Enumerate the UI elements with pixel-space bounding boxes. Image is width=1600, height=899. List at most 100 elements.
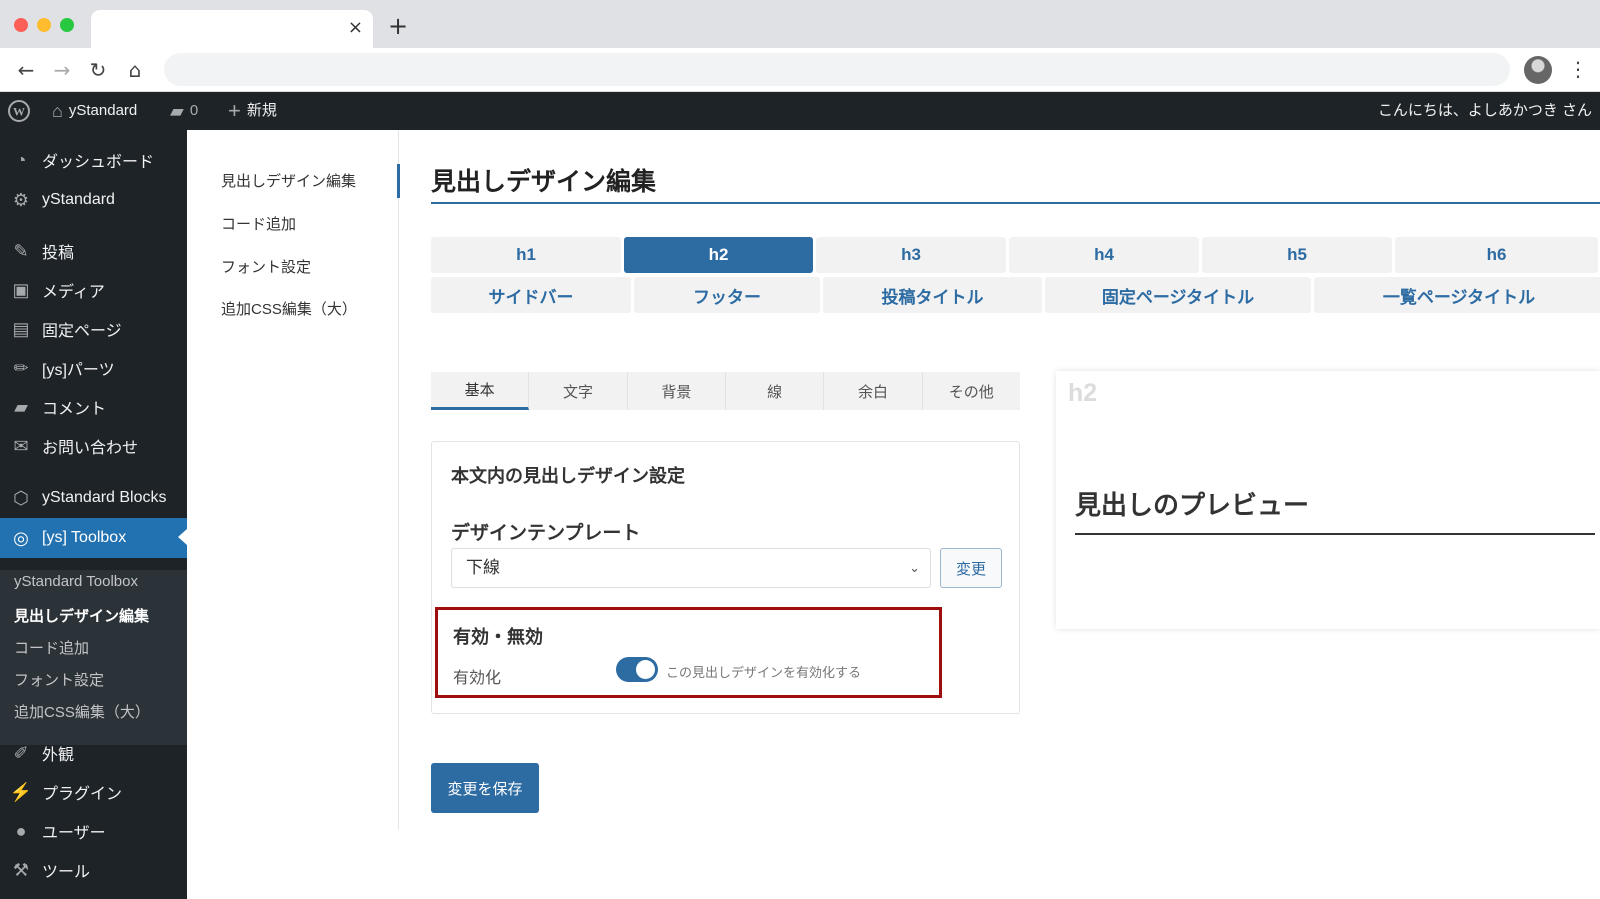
sidebar-item-pages[interactable]: ▤ 固定ページ [0, 310, 187, 348]
media-icon: ▣ [12, 279, 30, 300]
tag-h6[interactable]: h6 [1395, 237, 1598, 273]
main-content: 見出しデザイン編集 コード追加 フォント設定 追加CSS編集（大） 見出しデザイ… [187, 130, 1600, 899]
comment-bubble-icon: ▰ [170, 101, 184, 121]
plus-icon: + [228, 98, 241, 123]
template-label: デザインテンプレート [451, 523, 641, 544]
tag-archive-title[interactable]: 一覧ページタイトル [1314, 277, 1600, 313]
pin-icon: ✎ [13, 240, 29, 261]
tag-footer[interactable]: フッター [634, 277, 820, 313]
heading-tag-row: h1 h2 h3 h4 h5 h6 [431, 237, 1598, 273]
toolbox-nav-heading-design[interactable]: 見出しデザイン編集 [221, 170, 356, 191]
sidebar-item-ystandard[interactable]: ⚙ yStandard [0, 181, 187, 219]
minimize-window-button[interactable] [37, 18, 51, 32]
enable-description: この見出しデザインを有効化する [666, 665, 862, 680]
submenu-item-additional-css[interactable]: 追加CSS編集（大） [14, 701, 150, 722]
highlight-box: 有効・無効 有効化 この見出しデザインを有効化する [435, 607, 942, 698]
mail-icon: ✉ [13, 435, 29, 456]
heading-preview-card: h2 見出しのプレビュー [1056, 371, 1600, 629]
submenu-item-font-settings[interactable]: フォント設定 [14, 669, 104, 690]
sidebar-item-plugins[interactable]: ⚡ プラグイン [0, 773, 187, 811]
sidebar-item-parts[interactable]: ✏ [ys]パーツ [0, 349, 187, 387]
comments-link[interactable]: ▰ 0 [170, 92, 198, 130]
toolbox-nav-additional-css[interactable]: 追加CSS編集（大） [221, 298, 357, 319]
nav-active-indicator [397, 164, 400, 198]
maximize-window-button[interactable] [60, 18, 74, 32]
tag-h4[interactable]: h4 [1009, 237, 1199, 273]
tag-sidebar[interactable]: サイドバー [431, 277, 631, 313]
template-select-value: 下線 [466, 558, 500, 577]
submenu-item-add-code[interactable]: コード追加 [14, 637, 89, 658]
template-select[interactable]: 下線 ⌄ [451, 548, 931, 588]
browser-tab[interactable]: × [91, 10, 373, 48]
window-controls [14, 18, 74, 32]
comment-icon: ▰ [14, 396, 28, 417]
section-tag-row: サイドバー フッター 投稿タイトル 固定ページタイトル 一覧ページタイトル [431, 277, 1600, 313]
page-icon: ▤ [12, 318, 30, 339]
address-bar[interactable] [164, 53, 1510, 86]
title-underline [431, 202, 1600, 204]
reload-icon[interactable]: ↻ [86, 58, 110, 82]
sidebar-item-posts[interactable]: ✎ 投稿 [0, 232, 187, 270]
enable-section-title: 有効・無効 [453, 627, 543, 647]
change-template-button[interactable]: 変更 [940, 548, 1002, 588]
wordpress-logo-icon[interactable]: W [8, 92, 30, 130]
tag-h5[interactable]: h5 [1202, 237, 1392, 273]
user-icon: ● [15, 820, 27, 841]
nav-divider [398, 130, 399, 830]
sidebar-item-contact[interactable]: ✉ お問い合わせ [0, 427, 187, 465]
svg-text:W: W [13, 105, 25, 119]
sidebar-item-ystandard-blocks[interactable]: ⬡ yStandard Blocks [0, 479, 187, 517]
sidebar-item-media[interactable]: ▣ メディア [0, 271, 187, 309]
home-icon[interactable]: ⌂ [123, 58, 147, 82]
browser-toolbar: ← → ↻ ⌂ ⋮ [0, 48, 1600, 92]
tag-post-title[interactable]: 投稿タイトル [823, 277, 1042, 313]
site-name-link[interactable]: ⌂ yStandard [52, 92, 137, 130]
user-greeting[interactable]: こんにちは、よしあかつき さん [1378, 92, 1592, 130]
panel-title: 本文内の見出しデザイン設定 [451, 466, 685, 486]
forward-icon[interactable]: → [50, 58, 74, 82]
new-content-link[interactable]: + 新規 [228, 92, 277, 130]
subtab-background[interactable]: 背景 [628, 372, 726, 410]
chevron-down-icon: ⌄ [909, 560, 920, 575]
new-label: 新規 [246, 102, 277, 119]
save-changes-button[interactable]: 変更を保存 [431, 763, 539, 813]
enable-toggle[interactable] [616, 657, 658, 682]
page-title: 見出しデザイン編集 [431, 168, 657, 196]
subtab-basic[interactable]: 基本 [431, 372, 530, 410]
submenu-item-heading-design[interactable]: 見出しデザイン編集 [14, 605, 149, 626]
close-window-button[interactable] [14, 18, 28, 32]
plugin-icon: ⚡ [9, 781, 33, 802]
sidebar-item-toolbox[interactable]: ◎ [ys] Toolbox [0, 518, 187, 558]
gear-icon: ⚙ [12, 189, 30, 210]
tag-h2[interactable]: h2 [624, 237, 813, 273]
enable-label: 有効化 [453, 670, 502, 687]
tab-close-icon[interactable]: × [348, 18, 363, 38]
sidebar-item-appearance[interactable]: ✐ 外観 [0, 734, 187, 772]
sidebar-item-users[interactable]: ● ユーザー [0, 812, 187, 850]
back-icon[interactable]: ← [14, 58, 38, 82]
tag-h3[interactable]: h3 [816, 237, 1006, 273]
toolbox-icon: ◎ [13, 527, 29, 548]
admin-sidebar: ◔ ダッシュボード ⚙ yStandard ✎ 投稿 ▣ メディア ▤ 固定ペー… [0, 130, 187, 899]
sidebar-item-comments[interactable]: ▰ コメント [0, 388, 187, 426]
submenu-item-ystandard-toolbox[interactable]: yStandard Toolbox [14, 573, 138, 590]
settings-subtabs: 基本 文字 背景 線 余白 その他 [431, 372, 1020, 410]
toolbox-nav-add-code[interactable]: コード追加 [221, 213, 296, 234]
browser-menu-icon[interactable]: ⋮ [1568, 57, 1588, 81]
toolbox-submenu: yStandard Toolbox 見出しデザイン編集 コード追加 フォント設定… [0, 570, 187, 745]
subtab-spacing[interactable]: 余白 [824, 372, 923, 410]
toggle-knob [636, 660, 655, 679]
tag-page-title[interactable]: 固定ページタイトル [1045, 277, 1311, 313]
subtab-text[interactable]: 文字 [529, 372, 628, 410]
sidebar-item-dashboard[interactable]: ◔ ダッシュボード [0, 141, 187, 179]
pencil-icon: ✏ [13, 357, 29, 378]
toolbox-nav-font-settings[interactable]: フォント設定 [221, 256, 311, 277]
subtab-line[interactable]: 線 [726, 372, 825, 410]
profile-avatar[interactable] [1524, 56, 1552, 84]
subtab-other[interactable]: その他 [923, 372, 1020, 410]
comments-count: 0 [189, 102, 199, 119]
wp-admin-bar: W ⌂ yStandard ▰ 0 + 新規 こんにちは、よしあかつき さん [0, 92, 1600, 130]
sidebar-item-tools[interactable]: ⚒ ツール [0, 851, 187, 889]
new-tab-button[interactable]: + [388, 14, 408, 38]
tag-h1[interactable]: h1 [431, 237, 621, 273]
